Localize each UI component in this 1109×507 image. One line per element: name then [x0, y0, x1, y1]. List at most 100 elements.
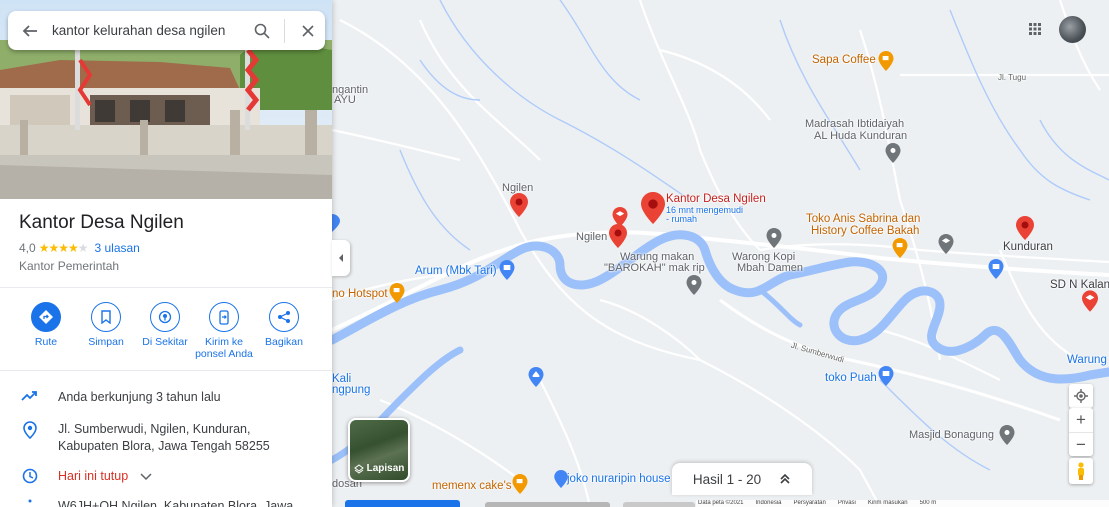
shop-pin-icon[interactable]	[554, 470, 568, 488]
map-label-ayu: AYU	[334, 94, 356, 106]
shop-pin-icon[interactable]	[499, 260, 515, 280]
cafe-pin-icon[interactable]	[389, 283, 405, 303]
collapse-panel-button[interactable]	[332, 240, 350, 276]
map-label-warung-makan-2[interactable]: "BAROKAH" mak rip	[604, 262, 705, 274]
save-label: Simpan	[88, 336, 124, 348]
directions-button[interactable]: Rute	[15, 302, 77, 348]
layers-icon	[353, 463, 364, 474]
map-label-warong-kopi-2[interactable]: Mbah Damen	[737, 262, 803, 274]
map-label-warung-right[interactable]: Warung	[1067, 354, 1107, 366]
school-pin-icon[interactable]	[612, 207, 628, 227]
map-label-toko-puah[interactable]: toko Puah	[825, 372, 877, 384]
school-pin-icon[interactable]	[1082, 290, 1098, 312]
rating-row: 4,0 ★★★★★ 3 ulasan	[19, 241, 140, 255]
map-label-kunduran[interactable]: Kunduran	[1003, 241, 1053, 253]
map-label-madrasah-2[interactable]: AL Huda Kunduran	[814, 130, 907, 142]
red-pin-icon[interactable]	[510, 193, 528, 217]
caret-left-icon	[339, 254, 343, 262]
my-location-icon	[1074, 389, 1088, 403]
search-divider	[284, 18, 285, 43]
clear-search-button[interactable]	[291, 11, 325, 50]
account-avatar[interactable]	[1059, 16, 1086, 43]
footer-terms-link[interactable]: Persyaratan	[794, 500, 826, 507]
apps-grid-icon[interactable]	[1026, 20, 1044, 38]
visit-history-row[interactable]: Anda berkunjung 3 tahun lalu	[0, 389, 332, 406]
map-label-ngilen-mid[interactable]: Ngilen	[576, 231, 607, 243]
place-category[interactable]: Kantor Pemerintah	[19, 259, 119, 273]
map-label-memenx[interactable]: memenx cake's	[432, 480, 512, 492]
photo-strip	[345, 500, 695, 507]
search-icon	[254, 23, 270, 39]
map-label-hotspot[interactable]: no Hotspot	[332, 288, 388, 300]
location-pin-icon	[23, 421, 37, 439]
nearby-button[interactable]: Di Sekitar	[134, 302, 196, 348]
visit-history-text: Anda berkunjung 3 tahun lalu	[58, 390, 221, 404]
map-label-jl-tugu: Jl. Tugu	[998, 73, 1027, 82]
zoom-control: + −	[1069, 408, 1093, 456]
send-to-phone-button[interactable]: Kirim ke ponsel Anda	[193, 302, 255, 360]
mosque-pin-icon[interactable]	[999, 425, 1015, 445]
red-pin-icon[interactable]	[1016, 216, 1034, 240]
photo-thumb[interactable]	[623, 502, 695, 507]
map-label-toko-anis-2[interactable]: History Coffee Bakah	[811, 225, 919, 237]
map-label-kantor-travel-2: - rumah	[666, 214, 698, 224]
send-to-phone-label: Kirim ke ponsel Anda	[195, 336, 253, 360]
footer-region[interactable]: Indonesia	[755, 500, 781, 507]
house-pin-icon[interactable]	[528, 367, 544, 387]
cafe-pin-icon[interactable]	[512, 474, 528, 494]
save-button[interactable]: Simpan	[75, 302, 137, 348]
search-input[interactable]: kantor kelurahan desa ngilen	[52, 23, 246, 38]
results-panel-toggle[interactable]: Hasil 1 - 20	[672, 463, 812, 495]
photo-thumb[interactable]	[345, 500, 460, 507]
shop-pin-icon[interactable]	[988, 259, 1004, 279]
zoom-out-button[interactable]: −	[1069, 432, 1093, 456]
search-button[interactable]	[246, 11, 278, 50]
shop-pin-icon[interactable]	[878, 366, 894, 386]
selected-place-pin-icon[interactable]	[641, 192, 665, 224]
divider	[0, 287, 332, 288]
chevron-down-icon[interactable]	[140, 472, 152, 481]
red-pin-icon[interactable]	[609, 224, 627, 248]
hours-row[interactable]: Hari ini tutup	[0, 468, 332, 485]
footer-feedback-link[interactable]: Kirim masukan	[868, 500, 908, 507]
place-pin-icon[interactable]	[686, 275, 702, 295]
plus-code-icon	[28, 499, 32, 503]
map-label-sdn-kalang[interactable]: SD N Kalang	[1050, 279, 1109, 291]
footer-copyright: Data peta ©2021	[698, 500, 744, 506]
my-location-button[interactable]	[1069, 384, 1093, 408]
share-button[interactable]: Bagikan	[253, 302, 315, 348]
address-row[interactable]: Jl. Sumberwudi, Ngilen, Kunduran, Kabupa…	[0, 421, 332, 455]
map-label-toko-anis-1[interactable]: Toko Anis Sabrina dan	[806, 213, 920, 225]
shop-pin-icon[interactable]	[332, 212, 342, 232]
footer-scale[interactable]: 500 m	[920, 500, 937, 507]
place-pin-icon[interactable]	[766, 228, 782, 248]
street-view-pegman-button[interactable]	[1069, 458, 1093, 484]
cafe-pin-icon[interactable]	[892, 238, 908, 258]
footer-privacy-link[interactable]: Privasi	[838, 500, 856, 507]
layers-button[interactable]: Lapisan	[348, 418, 410, 482]
place-pin-icon[interactable]	[885, 143, 901, 163]
map-label-kali-2: ngpung	[332, 384, 371, 396]
address-text: Jl. Sumberwudi, Ngilen, Kunduran, Kabupa…	[58, 422, 270, 453]
bookmark-icon	[101, 310, 111, 324]
hours-status: Hari ini tutup	[58, 469, 129, 483]
divider	[0, 370, 332, 371]
photo-thumb[interactable]	[485, 502, 610, 507]
map-label-madrasah-1[interactable]: Madrasah Ibtidaiyah	[805, 118, 904, 130]
reviews-link[interactable]: 3 ulasan	[94, 241, 139, 255]
map-footer: Data peta ©2021 Indonesia Persyaratan Pr…	[696, 500, 1109, 507]
search-box[interactable]: kantor kelurahan desa ngilen	[8, 11, 325, 50]
zoom-in-button[interactable]: +	[1069, 408, 1093, 432]
plus-code-row[interactable]: W6JH+QH Ngilen, Kabupaten Blora, Jawa	[0, 498, 332, 507]
directions-label: Rute	[34, 336, 58, 348]
school-gray-pin-icon[interactable]	[938, 234, 954, 254]
clock-icon	[22, 468, 38, 484]
send-to-phone-icon	[219, 309, 229, 325]
map-label-masjid[interactable]: Masjid Bonagung	[909, 429, 994, 441]
map-label-sapa-coffee[interactable]: Sapa Coffee	[812, 54, 876, 66]
map-label-joko[interactable]: joko nuraripin house	[567, 473, 671, 485]
back-button[interactable]	[8, 11, 52, 50]
cafe-pin-icon[interactable]	[878, 51, 894, 71]
close-icon	[302, 24, 314, 37]
map-label-arum[interactable]: Arum (Mbk Tari)	[415, 265, 497, 277]
